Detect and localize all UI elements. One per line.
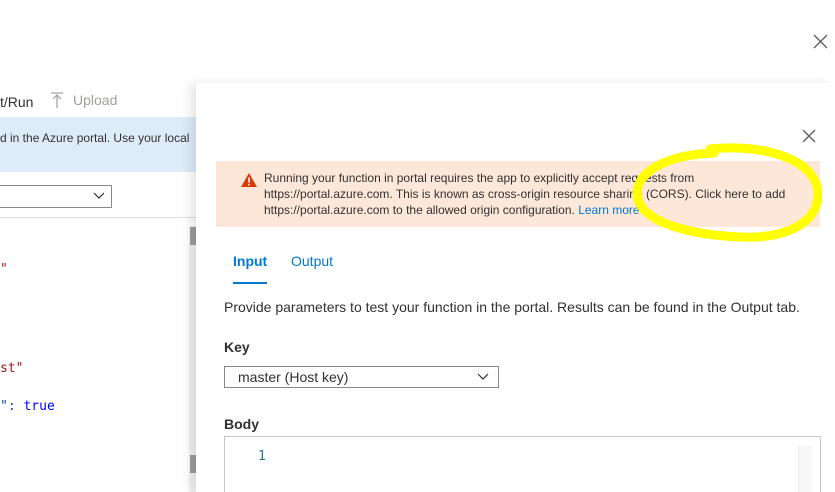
editor-scrollbar[interactable] xyxy=(189,226,196,492)
upload-icon xyxy=(51,92,63,108)
tab-input[interactable]: Input xyxy=(233,253,267,269)
key-label: Key xyxy=(224,339,250,355)
code-token: ": xyxy=(0,399,16,414)
upload-button[interactable]: Upload xyxy=(50,92,117,108)
upload-label: Upload xyxy=(73,92,118,108)
tab-output[interactable]: Output xyxy=(291,253,333,269)
warning-icon xyxy=(241,173,257,187)
editor-scrollbar[interactable] xyxy=(798,446,812,492)
test-run-button[interactable]: t/Run xyxy=(0,94,33,110)
body-label: Body xyxy=(224,416,259,432)
close-icon[interactable] xyxy=(812,33,829,50)
code-line: ": true xyxy=(0,399,55,414)
code-line: " xyxy=(0,262,8,277)
code-token: true xyxy=(15,399,55,414)
body-editor[interactable]: 1 xyxy=(224,436,821,492)
panel-description: Provide parameters to test your function… xyxy=(224,299,800,315)
highlight-annotation xyxy=(632,143,822,242)
warning-line-text: https://portal.azure.com to the allowed … xyxy=(264,203,575,217)
line-number: 1 xyxy=(258,449,266,464)
key-selected-value: master (Host key) xyxy=(238,369,349,385)
background-toolbar: t/Run Upload xyxy=(0,92,196,114)
background-function-pane: t/Run Upload d in the Azure portal. Use … xyxy=(0,0,196,492)
learn-more-link[interactable]: Learn more xyxy=(578,203,639,217)
active-tab-indicator xyxy=(233,282,267,284)
key-dropdown[interactable]: master (Host key) xyxy=(224,366,499,388)
chevron-down-icon xyxy=(93,192,105,199)
function-selector-dropdown[interactable] xyxy=(0,185,112,208)
info-banner: d in the Azure portal. Use your local xyxy=(0,117,196,172)
divider xyxy=(0,217,196,218)
code-line: st" xyxy=(0,361,24,376)
chevron-down-icon xyxy=(477,373,489,380)
